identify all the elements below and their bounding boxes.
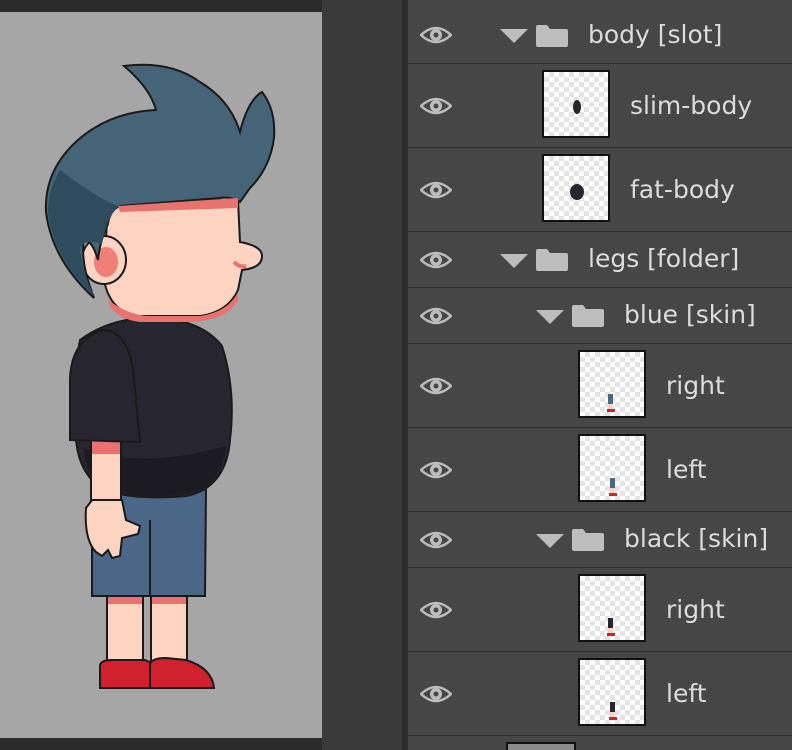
canvas-bottom-bar	[0, 738, 322, 750]
layer-thumbnail	[578, 658, 646, 726]
layer-name: blue [skin]	[624, 300, 756, 329]
layer-name: legs [folder]	[588, 244, 740, 273]
layer-name: left	[666, 679, 707, 708]
layer-right-blue[interactable]: right	[408, 344, 792, 428]
layer-thumbnail	[578, 574, 646, 642]
layer-fat-body[interactable]: fat-body	[408, 148, 792, 232]
layer-group-blue-skin[interactable]: blue [skin]	[408, 288, 792, 344]
layer-name: left	[666, 455, 707, 484]
caret-down-icon[interactable]	[536, 310, 564, 324]
layer-thumbnail-partial	[506, 742, 576, 750]
layer-name: fat-body	[630, 175, 735, 204]
eye-icon[interactable]	[420, 95, 452, 117]
caret-down-icon[interactable]	[500, 254, 528, 268]
eye-icon[interactable]	[420, 459, 452, 481]
layer-group-black-skin[interactable]: black [skin]	[408, 512, 792, 568]
eye-icon[interactable]	[420, 529, 452, 551]
caret-down-icon[interactable]	[500, 29, 528, 43]
layer-name: slim-body	[630, 91, 753, 120]
layer-slim-body[interactable]: slim-body	[408, 64, 792, 148]
eye-icon[interactable]	[420, 375, 452, 397]
layer-thumbnail	[578, 350, 646, 418]
eye-icon[interactable]	[420, 599, 452, 621]
eye-icon[interactable]	[420, 683, 452, 705]
layer-name: body [slot]	[588, 20, 723, 49]
layer-name: black [skin]	[624, 524, 769, 553]
eye-icon[interactable]	[420, 249, 452, 271]
layer-name: right	[666, 595, 725, 624]
layers-panel[interactable]: body [slot] slim-body fat-body legs [fol…	[408, 0, 792, 750]
layer-thumbnail	[578, 434, 646, 502]
canvas-top-bar	[0, 0, 322, 12]
layer-name: right	[666, 371, 725, 400]
canvas-document[interactable]	[0, 12, 322, 738]
folder-icon	[572, 529, 604, 551]
layer-right-black[interactable]: right	[408, 568, 792, 652]
eye-icon[interactable]	[420, 305, 452, 327]
caret-down-icon[interactable]	[536, 534, 564, 548]
folder-icon	[536, 249, 568, 271]
folder-icon	[536, 25, 568, 47]
eye-icon[interactable]	[420, 179, 452, 201]
layer-thumbnail	[542, 70, 610, 138]
eye-icon[interactable]	[420, 24, 452, 46]
folder-icon	[572, 305, 604, 327]
character-artwork	[44, 63, 276, 689]
layer-group-body-slot[interactable]: body [slot]	[408, 0, 792, 64]
layer-thumbnail	[542, 154, 610, 222]
canvas-area[interactable]	[0, 0, 402, 750]
layer-group-legs-folder[interactable]: legs [folder]	[408, 232, 792, 288]
layer-left-blue[interactable]: left	[408, 428, 792, 512]
layer-left-black[interactable]: left	[408, 652, 792, 736]
